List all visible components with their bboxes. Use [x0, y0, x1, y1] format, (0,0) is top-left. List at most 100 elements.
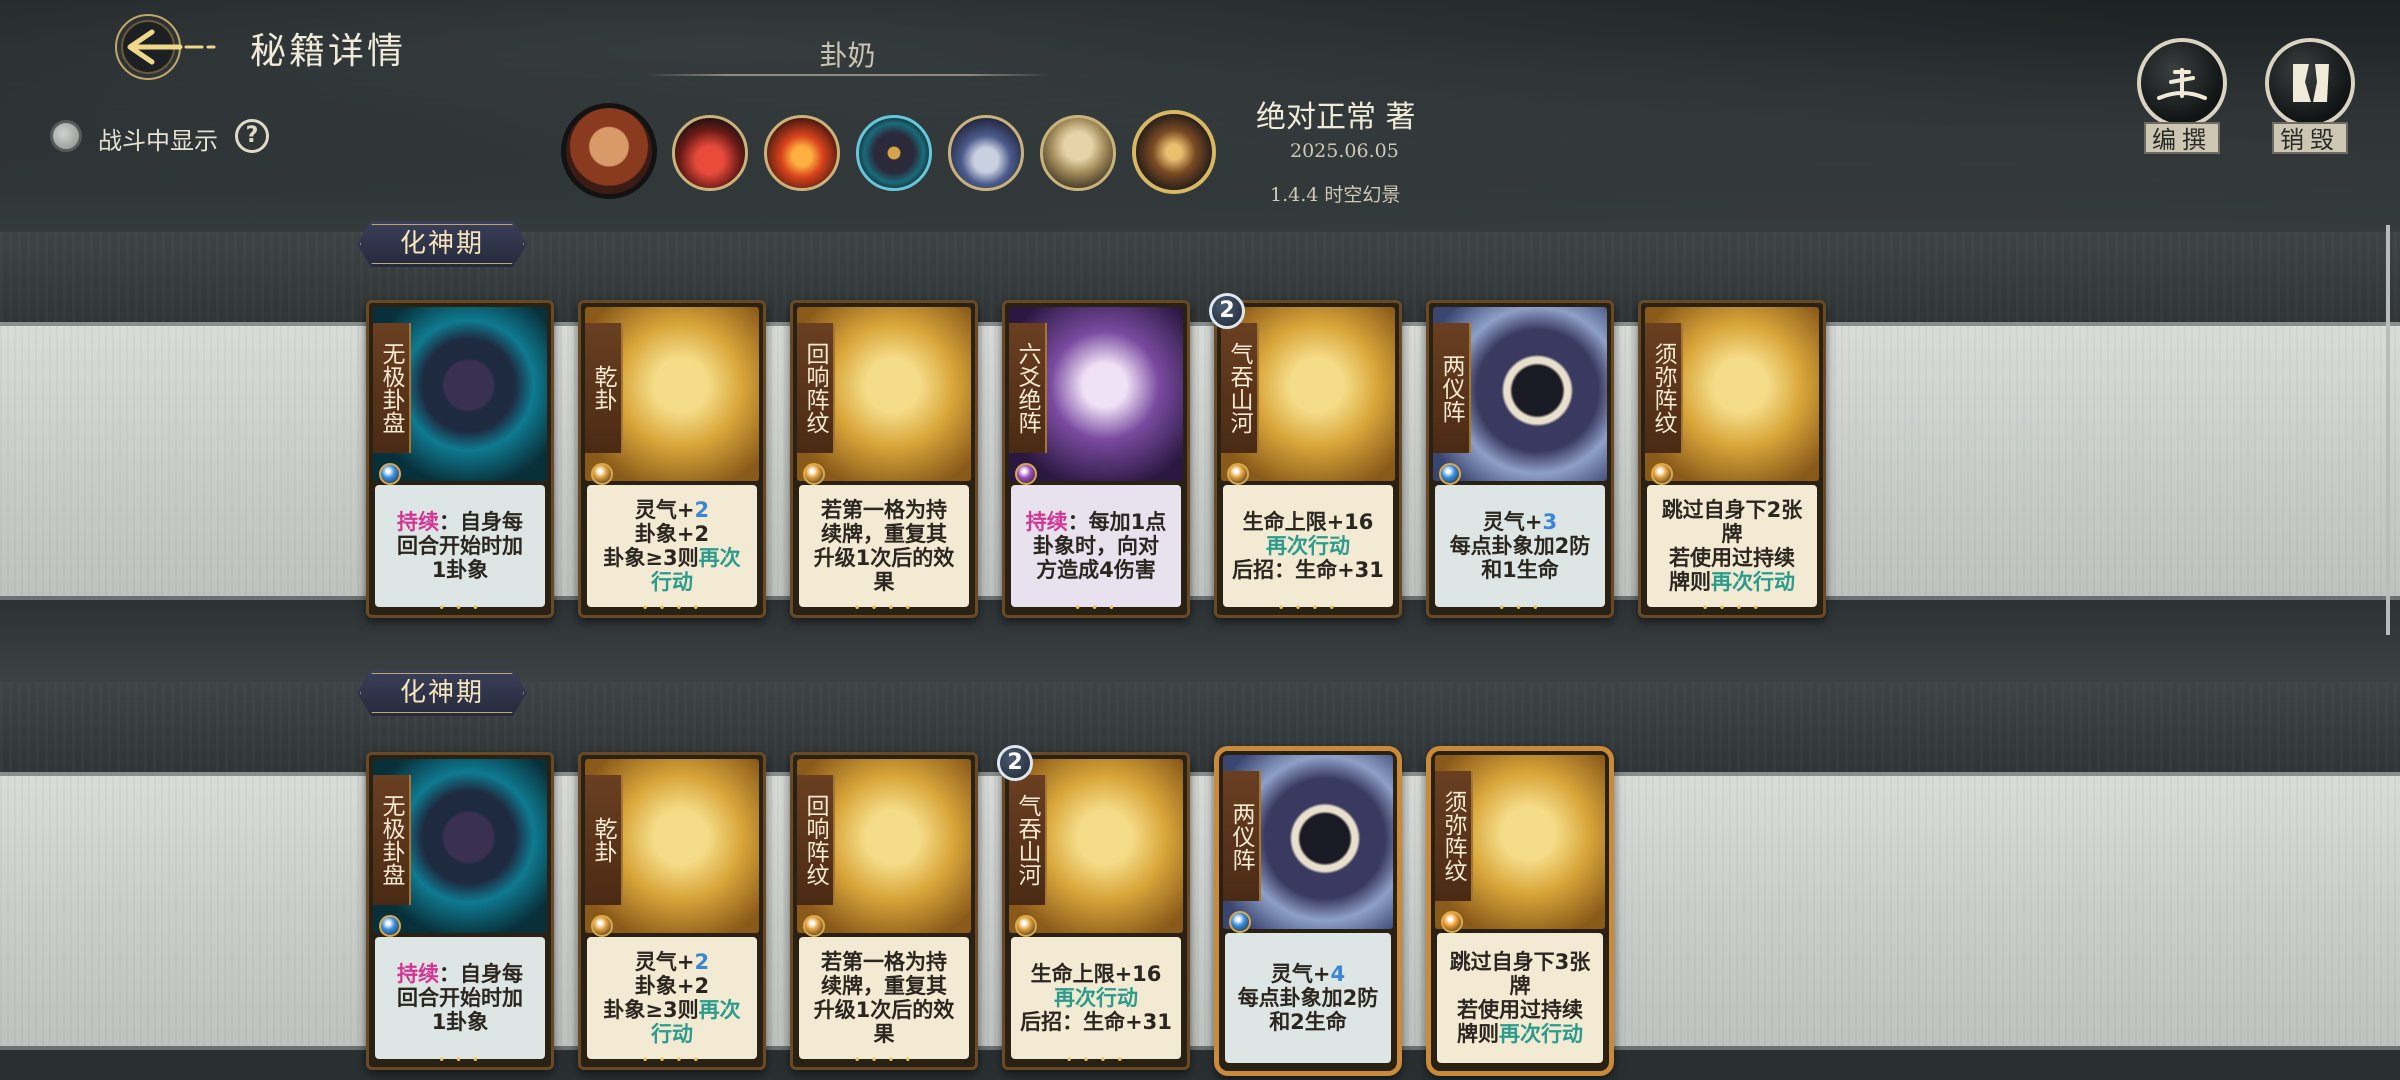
card-rarity-dots: • • •	[1498, 601, 1542, 615]
skill-card[interactable]: 气吞山河 生命上限+16 再次行动 后招：生命+31 • • • • 2	[1209, 293, 1402, 618]
desc-line: 牌	[1443, 974, 1597, 998]
desc-text: 牌则	[1457, 1022, 1499, 1046]
desc-line: 升级1次后的效	[805, 546, 963, 570]
desc-text: 再次行动	[1054, 986, 1138, 1010]
desc-line: 牌则再次行动	[1443, 1022, 1597, 1046]
edit-button[interactable]: 编撰	[2134, 38, 2230, 154]
card-name: 气吞山河	[1009, 775, 1047, 905]
desc-line: 果	[805, 1022, 963, 1046]
show-in-battle-toggle[interactable]	[50, 120, 82, 152]
desc-line: 灵气+2	[593, 498, 751, 522]
desc-text: 卦象+2	[634, 974, 710, 998]
desc-line: 回合开始时加	[381, 534, 539, 558]
desc-line: 和1生命	[1441, 558, 1599, 582]
desc-text: 再次	[698, 546, 741, 570]
skill-card[interactable]: 乾卦 灵气+2 卦象+2 卦象≥3则再次 行动 • • • •	[578, 300, 766, 618]
cloud-pavilion-icon[interactable]	[948, 115, 1024, 191]
card-description: 若第一格为持 续牌，重复其 升级1次后的效果	[799, 937, 969, 1059]
desc-text: 牌	[1721, 522, 1743, 546]
card-name: 须弥阵纹	[1645, 323, 1683, 453]
desc-text: 持续	[1025, 510, 1068, 534]
desc-line: 卦象+2	[593, 522, 751, 546]
desc-text: 行动	[651, 570, 693, 594]
card-gem-icon	[1441, 911, 1463, 933]
desc-text: 回合开始时加	[397, 986, 523, 1010]
card-name: 乾卦	[585, 775, 623, 905]
desc-text: 再次行动	[1499, 1022, 1583, 1046]
skill-card[interactable]: 回响阵纹 若第一格为持 续牌，重复其 升级1次后的效果 • • • •	[790, 752, 978, 1070]
card-name: 两仪阵	[1433, 323, 1471, 453]
scrollbar[interactable]	[2386, 225, 2390, 635]
desc-line: 牌则再次行动	[1653, 570, 1811, 594]
desc-line: 卦象+2	[593, 974, 751, 998]
desc-text: 1卦象	[431, 558, 489, 582]
destroy-button[interactable]: 销毁	[2262, 38, 2358, 154]
desc-text: 生命上限+16	[1242, 510, 1374, 534]
card-description: 生命上限+16 再次行动 后招：生命+31	[1223, 485, 1393, 607]
skill-card[interactable]: 两仪阵 灵气+4 每点卦象加2防 和2生命	[1214, 746, 1402, 1076]
desc-line: 续牌，重复其	[805, 974, 963, 998]
card-name: 回响阵纹	[797, 775, 835, 905]
card-name: 无极卦盘	[373, 775, 411, 905]
desc-text: ：每加1点	[1067, 510, 1167, 534]
desc-line: 升级1次后的效	[805, 998, 963, 1022]
desc-line: 1卦象	[381, 1010, 539, 1034]
row-band-cards-2	[0, 772, 2400, 1050]
desc-line: 灵气+2	[593, 950, 751, 974]
card-count-badge: 2	[997, 745, 1033, 781]
skill-card[interactable]: 乾卦 灵气+2 卦象+2 卦象≥3则再次 行动 • • • •	[578, 752, 766, 1070]
skill-card[interactable]: 回响阵纹 若第一格为持 续牌，重复其 升级1次后的效果 • • • •	[790, 300, 978, 618]
desc-text: 跳过自身下2张	[1661, 498, 1803, 522]
card-description: 跳过自身下2张牌若使用过持续 牌则再次行动	[1647, 485, 1817, 607]
card-description: 灵气+3 每点卦象加2防 和1生命	[1435, 485, 1605, 607]
desc-line: 每点卦象加2防	[1441, 534, 1599, 558]
character-portrait-icon[interactable]	[561, 103, 657, 199]
skill-card[interactable]: 两仪阵灵气+3 每点卦象加2防 和1生命 • • •	[1426, 300, 1614, 618]
elder-figure-icon[interactable]	[1040, 115, 1116, 191]
desc-text: 续牌，重复其	[821, 522, 947, 546]
row-band-gap	[0, 600, 2400, 682]
version: 1.4.4 时空幻景	[1270, 184, 1401, 206]
desc-text: 卦象≥3则	[603, 546, 699, 570]
desc-line: 持续：自身每	[381, 510, 539, 534]
desc-text: 卦象≥3则	[603, 998, 699, 1022]
card-rarity-dots: • • •	[438, 1053, 482, 1067]
desc-text: 若使用过持续	[1457, 998, 1583, 1022]
card-gem-icon	[379, 915, 401, 937]
skill-card[interactable]: 无极卦盘 持续：自身每 回合开始时加 1卦象 • • •	[366, 300, 554, 618]
red-lightning-icon[interactable]	[672, 115, 748, 191]
help-button[interactable]: ?	[235, 119, 269, 153]
skill-card[interactable]: 无极卦盘持续：自身每 回合开始时加 1卦象 • • •	[366, 752, 554, 1070]
author: 绝对正常 著	[1256, 100, 1416, 135]
desc-line: 续牌，重复其	[805, 522, 963, 546]
desc-line: 跳过自身下2张	[1653, 498, 1811, 522]
fire-icon[interactable]	[764, 115, 840, 191]
realm-tag: 化神期	[357, 221, 527, 267]
bagua-compass-icon[interactable]	[856, 115, 932, 191]
desc-text: 卦象+2	[634, 522, 710, 546]
desc-line: 持续：每加1点	[1017, 510, 1175, 534]
skill-card[interactable]: 气吞山河 生命上限+16 再次行动 后招：生命+31 • • • • 2	[997, 745, 1190, 1070]
card-rarity-dots: • • • •	[853, 1053, 915, 1067]
card-rarity-dots: • • • •	[641, 601, 703, 615]
desc-line: 和2生命	[1231, 1010, 1385, 1034]
fan-talisman-icon[interactable]	[1132, 110, 1216, 194]
skill-card[interactable]: 须弥阵纹 跳过自身下2张牌若使用过持续 牌则再次行动 • • • •	[1638, 300, 1826, 618]
card-description: 持续：自身每 回合开始时加 1卦象	[375, 937, 545, 1059]
desc-text: 升级1次后的效	[813, 998, 955, 1022]
desc-line: 再次行动	[1017, 986, 1175, 1010]
desc-line: 牌	[1653, 522, 1811, 546]
desc-text: 和1生命	[1481, 558, 1559, 582]
desc-text: 续牌，重复其	[821, 974, 947, 998]
desc-text: 持续	[397, 510, 439, 534]
back-button[interactable]	[102, 8, 232, 86]
desc-text: 2	[694, 950, 710, 974]
desc-text: 若使用过持续	[1669, 546, 1795, 570]
skill-card[interactable]: 须弥阵纹 跳过自身下3张牌若使用过持续 牌则再次行动	[1426, 746, 1614, 1076]
edit-label: 编撰	[2144, 122, 2220, 154]
desc-text: 再次行动	[1711, 570, 1795, 594]
desc-text: 灵气+	[634, 950, 695, 974]
skill-card[interactable]: 六爻绝阵 持续：每加1点 卦象时，向对 方造成4伤害 • • •	[1002, 300, 1190, 618]
card-gem-icon	[1015, 915, 1037, 937]
desc-line: 若第一格为持	[805, 950, 963, 974]
